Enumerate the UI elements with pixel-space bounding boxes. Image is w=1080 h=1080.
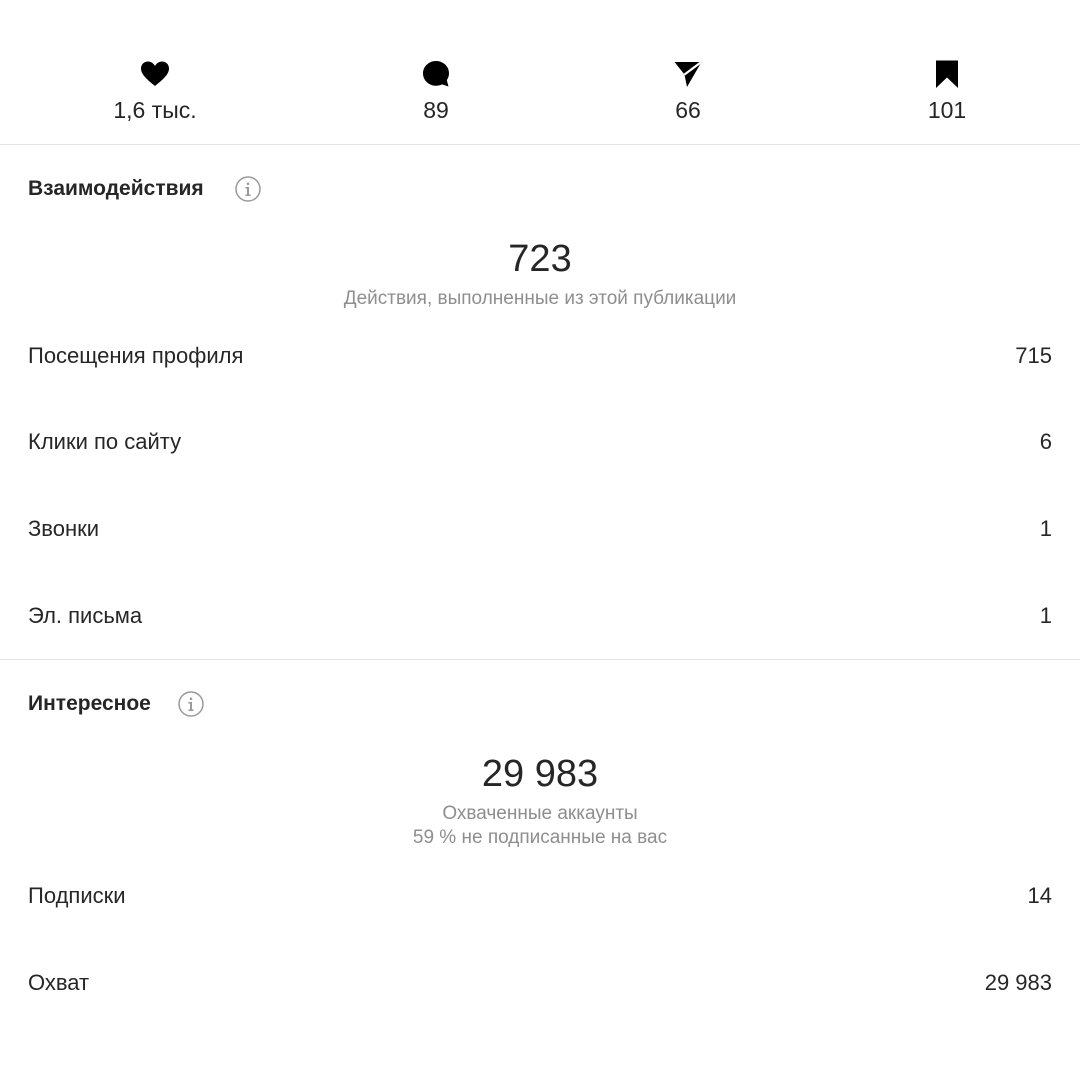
- discovery-total: 29 983: [481, 753, 599, 795]
- row-value: 1: [1039, 516, 1052, 541]
- heart-icon: [139, 58, 171, 90]
- comment-icon: [420, 58, 452, 90]
- bookmark-icon: [931, 58, 963, 90]
- row-value: 6: [1039, 429, 1052, 454]
- row-label: Охват: [28, 970, 90, 995]
- saves-count: 101: [927, 97, 967, 123]
- discovery-title: Интересное: [28, 692, 151, 715]
- row-value: 1: [1039, 603, 1052, 628]
- list-item: Посещения профиля 715: [28, 340, 1052, 372]
- list-item: Клики по сайту 6: [28, 426, 1052, 458]
- row-value: 14: [1027, 883, 1052, 908]
- list-item: Звонки 1: [28, 513, 1052, 545]
- discovery-caption-secondary: 59 % не подписанные на вас: [412, 827, 668, 848]
- paper-plane-icon: [672, 58, 704, 90]
- interactions-caption: Действия, выполненные из этой публикации: [343, 288, 737, 309]
- section-divider: [0, 659, 1080, 660]
- row-label: Эл. письма: [28, 603, 143, 628]
- interactions-title: Взаимодействия: [28, 177, 204, 200]
- comments-stat: 89: [336, 58, 536, 124]
- comments-count: 89: [423, 97, 449, 123]
- info-icon[interactable]: [178, 691, 204, 717]
- shares-stat: 66: [588, 58, 788, 124]
- list-item: Эл. письма 1: [28, 600, 1052, 632]
- interactions-total: 723: [508, 238, 572, 280]
- shares-count: 66: [675, 97, 701, 123]
- row-value: 29 983: [984, 970, 1052, 995]
- row-label: Подписки: [28, 883, 126, 908]
- row-label: Клики по сайту: [28, 429, 182, 454]
- saves-stat: 101: [847, 58, 1047, 124]
- list-item: Охват 29 983: [28, 967, 1052, 999]
- likes-stat: 1,6 тыс.: [55, 58, 255, 124]
- likes-count: 1,6 тыс.: [113, 97, 197, 123]
- info-icon[interactable]: [235, 176, 261, 202]
- row-label: Звонки: [28, 516, 100, 541]
- post-stats-bar: 1,6 тыс. 89 66 101: [0, 0, 1080, 145]
- post-insights-page: 1,6 тыс. 89 66 101 Взаимодействия 723 Де…: [0, 0, 1080, 1080]
- list-item: Подписки 14: [28, 880, 1052, 912]
- row-label: Посещения профиля: [28, 343, 244, 368]
- discovery-caption: Охваченные аккаунты: [442, 803, 638, 824]
- row-value: 715: [1015, 343, 1052, 368]
